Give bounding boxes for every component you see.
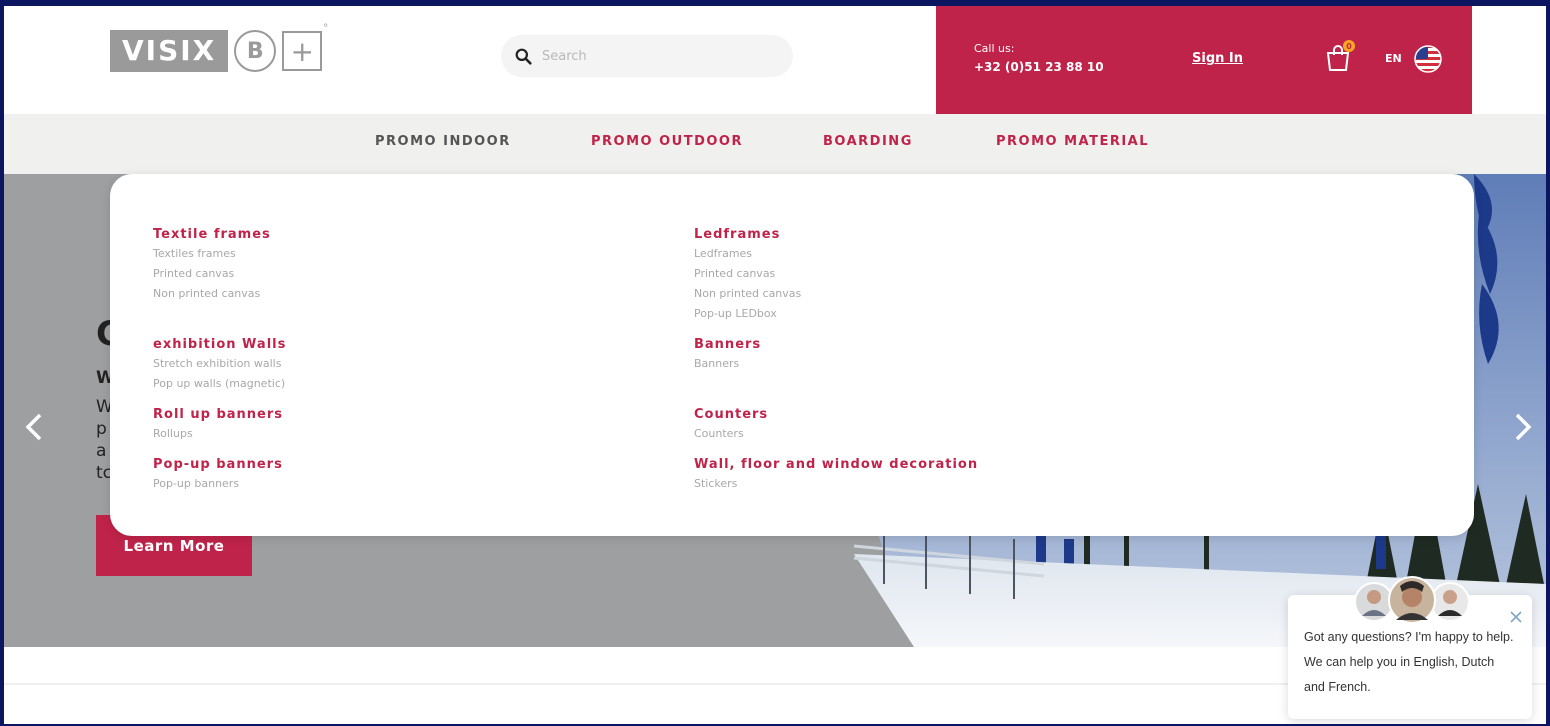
main-nav: PROMO INDOOR PROMO OUTDOOR BOARDING PROM… bbox=[4, 114, 1546, 174]
site-header: VISIX B + Call us: +32 (0)51 23 88 10 Si… bbox=[4, 6, 1546, 114]
menu-group-title[interactable]: exhibition Walls bbox=[153, 336, 286, 354]
language-code[interactable]: EN bbox=[1385, 52, 1402, 65]
nav-item-promo-outdoor[interactable]: PROMO OUTDOOR bbox=[591, 134, 743, 149]
menu-group-title[interactable]: Counters bbox=[694, 406, 768, 424]
menu-link[interactable]: Non printed canvas bbox=[694, 284, 801, 304]
nav-item-promo-indoor[interactable]: PROMO INDOOR bbox=[375, 134, 511, 149]
sign-in-link[interactable]: Sign In bbox=[1192, 51, 1243, 66]
search-input[interactable] bbox=[542, 48, 762, 64]
cart-count-badge: 0 bbox=[1343, 40, 1355, 52]
menu-group-counters: Counters Counters bbox=[694, 406, 768, 444]
logo-square-plus: + bbox=[282, 23, 328, 71]
menu-link[interactable]: Ledframes bbox=[694, 244, 801, 264]
menu-link[interactable]: Textiles frames bbox=[153, 244, 271, 264]
menu-group-title[interactable]: Wall, floor and window decoration bbox=[694, 456, 978, 474]
menu-group-title[interactable]: Pop-up banners bbox=[153, 456, 283, 474]
menu-link[interactable]: Non printed canvas bbox=[153, 284, 271, 304]
search-bar[interactable] bbox=[501, 35, 793, 77]
avatar bbox=[1430, 582, 1470, 622]
menu-group-title[interactable]: Roll up banners bbox=[153, 406, 283, 424]
logo-wordmark: VISIX bbox=[110, 30, 229, 72]
chevron-left-icon[interactable] bbox=[22, 411, 46, 443]
chat-agent-avatars bbox=[1354, 576, 1470, 624]
visix-logo[interactable]: VISIX B + bbox=[110, 23, 328, 72]
avatar bbox=[1388, 576, 1436, 624]
menu-link[interactable]: Banners bbox=[694, 354, 761, 374]
menu-group-title[interactable]: Textile frames bbox=[153, 226, 271, 244]
promo-outdoor-mega-menu: Textile frames Textiles frames Printed c… bbox=[110, 174, 1474, 536]
menu-group-roll-up-banners: Roll up banners Rollups bbox=[153, 406, 283, 444]
header-contact-bar: Call us: +32 (0)51 23 88 10 Sign In 0 EN bbox=[936, 6, 1472, 114]
menu-group-title[interactable]: Banners bbox=[694, 336, 761, 354]
menu-group-exhibition-walls: exhibition Walls Stretch exhibition wall… bbox=[153, 336, 286, 394]
call-us: Call us: +32 (0)51 23 88 10 bbox=[974, 40, 1104, 76]
menu-group-wall-floor-window-decoration: Wall, floor and window decoration Sticke… bbox=[694, 456, 978, 494]
phone-number[interactable]: +32 (0)51 23 88 10 bbox=[974, 58, 1104, 76]
menu-link[interactable]: Counters bbox=[694, 424, 768, 444]
chevron-right-icon[interactable] bbox=[1511, 411, 1535, 443]
search-icon bbox=[515, 48, 532, 65]
menu-group-ledframes: Ledframes Ledframes Printed canvas Non p… bbox=[694, 226, 801, 324]
menu-link[interactable]: Stickers bbox=[694, 474, 978, 494]
menu-link[interactable]: Stretch exhibition walls bbox=[153, 354, 286, 374]
menu-link[interactable]: Rollups bbox=[153, 424, 283, 444]
menu-group-textile-frames: Textile frames Textiles frames Printed c… bbox=[153, 226, 271, 304]
chat-message: Got any questions? I'm happy to help. We… bbox=[1304, 630, 1514, 694]
us-flag-icon[interactable] bbox=[1414, 45, 1442, 73]
menu-group-pop-up-banners: Pop-up banners Pop-up banners bbox=[153, 456, 283, 494]
call-label: Call us: bbox=[974, 42, 1015, 55]
menu-link[interactable]: Pop up walls (magnetic) bbox=[153, 374, 286, 394]
menu-link[interactable]: Pop-up banners bbox=[153, 474, 283, 494]
menu-link[interactable]: Printed canvas bbox=[694, 264, 801, 284]
menu-group-banners: Banners Banners bbox=[694, 336, 761, 374]
menu-link[interactable]: Printed canvas bbox=[153, 264, 271, 284]
menu-link[interactable]: Pop-up LEDbox bbox=[694, 304, 801, 324]
page-frame: VISIX B + Call us: +32 (0)51 23 88 10 Si… bbox=[4, 6, 1546, 724]
nav-item-boarding[interactable]: BOARDING bbox=[823, 134, 913, 149]
close-icon[interactable] bbox=[1508, 609, 1524, 625]
logo-circle-b: B bbox=[234, 30, 277, 72]
menu-group-title[interactable]: Ledframes bbox=[694, 226, 801, 244]
nav-item-promo-material[interactable]: PROMO MATERIAL bbox=[996, 134, 1149, 149]
avatar bbox=[1354, 582, 1394, 622]
